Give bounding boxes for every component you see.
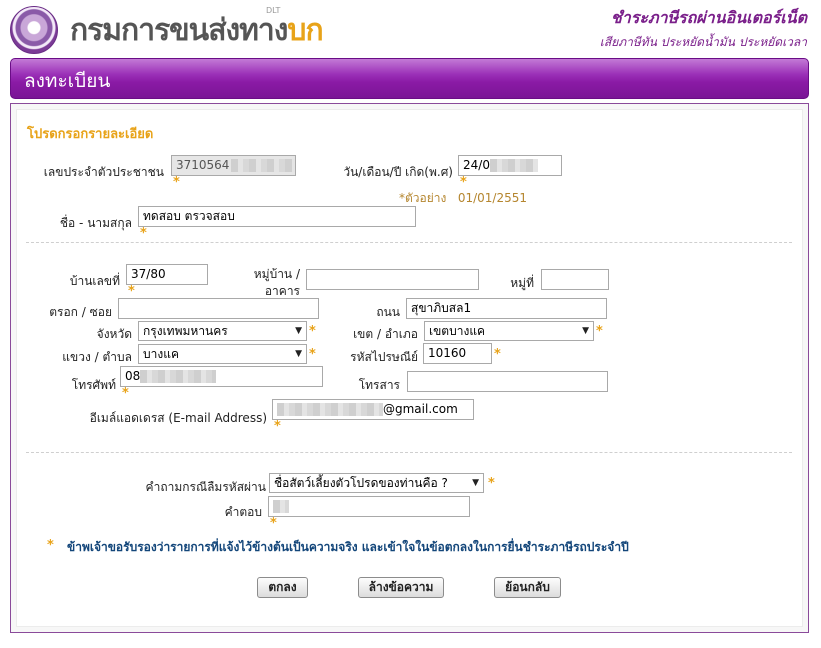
subdistrict-select[interactable]: บางแค ▼ bbox=[138, 344, 307, 364]
required-marker: * bbox=[140, 226, 147, 241]
citizen-id-field[interactable]: 3710564 bbox=[171, 155, 296, 176]
postcode-input[interactable]: 10160 bbox=[423, 343, 492, 364]
phone-value: 08 bbox=[125, 369, 141, 383]
required-marker: * bbox=[270, 516, 277, 531]
submit-button[interactable]: ตกลง bbox=[257, 577, 308, 598]
security-question-value: ชื่อสัตว์เลี้ยงตัวโปรดของท่านคือ ? bbox=[274, 476, 448, 490]
soi-input[interactable] bbox=[118, 298, 319, 319]
moo-label: หมู่ที่ bbox=[510, 276, 534, 290]
district-label: เขต / อำเภอ bbox=[353, 327, 418, 341]
subdistrict-value: บางแค bbox=[143, 347, 179, 361]
citizen-id-value: 3710564 bbox=[176, 158, 230, 172]
redacted-blur bbox=[489, 159, 538, 172]
date-example-hint: *ตัวอย่าง 01/01/2551 bbox=[399, 189, 527, 208]
required-marker: * bbox=[494, 347, 501, 362]
clear-button[interactable]: ล้างข้อความ bbox=[358, 577, 444, 598]
moo-input[interactable] bbox=[541, 269, 609, 290]
security-answer-input[interactable] bbox=[268, 496, 470, 517]
required-marker: * bbox=[309, 324, 316, 339]
dlt-seal-logo bbox=[10, 6, 58, 54]
redacted-blur bbox=[273, 500, 289, 513]
email-label: อีเมล์แอดเดรส (E-mail Address) bbox=[89, 411, 267, 425]
header-tagline: ชำระภาษีรถผ่านอินเตอร์เน็ต bbox=[610, 8, 807, 27]
required-marker: * bbox=[173, 175, 180, 190]
security-question-select[interactable]: ชื่อสัตว์เลี้ยงตัวโปรดของท่านคือ ? ▼ bbox=[269, 473, 484, 493]
certification-statement: ข้าพเจ้าขอรับรองว่ารายการที่แจ้งไว้ข้างต… bbox=[67, 540, 629, 554]
province-select[interactable]: กรุงเทพมหานคร ▼ bbox=[138, 321, 307, 341]
required-marker: * bbox=[274, 419, 281, 434]
phone-input[interactable]: 08 bbox=[120, 366, 323, 387]
redacted-blur bbox=[277, 403, 383, 416]
birth-date-input[interactable]: 24/0 bbox=[458, 155, 562, 176]
logo-dlt-small: DLT bbox=[266, 6, 281, 15]
house-no-input[interactable]: 37/80 bbox=[126, 264, 208, 285]
section-divider bbox=[26, 452, 792, 453]
date-hint-example: 01/01/2551 bbox=[457, 191, 527, 205]
email-value: @gmail.com bbox=[383, 402, 458, 416]
citizen-id-label: เลขประจำตัวประชาชน bbox=[43, 165, 164, 179]
birth-date-value: 24/0 bbox=[463, 158, 490, 172]
subdistrict-label: แขวง / ตำบล bbox=[62, 350, 132, 364]
district-value: เขตบางแค bbox=[429, 324, 486, 338]
soi-label: ตรอก / ซอย bbox=[49, 305, 112, 319]
postcode-label: รหัสไปรษณีย์ bbox=[350, 350, 418, 364]
required-marker: * bbox=[47, 538, 54, 553]
full-name-input[interactable]: ทดสอบ ตรวจสอบ bbox=[138, 206, 416, 227]
logo-text-accent: บก bbox=[287, 13, 323, 48]
road-label: ถนน bbox=[376, 305, 400, 319]
birth-date-label: วัน/เดือน/ปี เกิด(พ.ศ) bbox=[343, 165, 453, 179]
chevron-down-icon: ▼ bbox=[295, 326, 302, 336]
redacted-blur bbox=[140, 370, 217, 383]
province-label: จังหวัด bbox=[96, 327, 132, 341]
email-input[interactable]: @gmail.com bbox=[272, 399, 474, 420]
dlt-logo-text: กรมการขนส่งทางบก bbox=[70, 7, 324, 54]
phone-label: โทรศัพท์ bbox=[71, 378, 116, 392]
required-marker: * bbox=[122, 386, 129, 401]
required-marker: * bbox=[596, 324, 603, 339]
province-value: กรุงเทพมหานคร bbox=[143, 324, 228, 338]
page-title: ลงทะเบียน bbox=[24, 70, 111, 92]
redacted-blur bbox=[231, 159, 295, 172]
security-answer-label: คำตอบ bbox=[224, 505, 262, 519]
security-question-label: คำถามกรณีลืมรหัสผ่าน bbox=[145, 480, 266, 494]
required-marker: * bbox=[460, 175, 467, 190]
chevron-down-icon: ▼ bbox=[582, 326, 589, 336]
section-title: โปรดกรอกรายละเอียด bbox=[27, 127, 154, 142]
chevron-down-icon: ▼ bbox=[472, 478, 479, 488]
chevron-down-icon: ▼ bbox=[295, 349, 302, 359]
required-marker: * bbox=[128, 284, 135, 299]
header-subtagline: เสียภาษีทัน ประหยัดน้ำมัน ประหยัดเวลา bbox=[599, 35, 807, 49]
required-marker: * bbox=[488, 476, 495, 491]
full-name-label: ชื่อ - นามสกุล bbox=[59, 216, 132, 230]
fax-input[interactable] bbox=[407, 371, 608, 392]
date-hint-prefix: *ตัวอย่าง bbox=[399, 191, 447, 205]
district-select[interactable]: เขตบางแค ▼ bbox=[424, 321, 594, 341]
logo-text-main: กรมการขนส่งทาง bbox=[70, 13, 288, 48]
house-no-label: บ้านเลขที่ bbox=[69, 274, 120, 288]
fax-label: โทรสาร bbox=[358, 378, 400, 392]
section-divider bbox=[26, 242, 792, 243]
back-button[interactable]: ย้อนกลับ bbox=[494, 577, 561, 598]
required-marker: * bbox=[309, 347, 316, 362]
road-input[interactable]: สุขาภิบสล1 bbox=[406, 298, 607, 319]
page-title-bar bbox=[10, 58, 809, 99]
village-input[interactable] bbox=[306, 269, 479, 290]
